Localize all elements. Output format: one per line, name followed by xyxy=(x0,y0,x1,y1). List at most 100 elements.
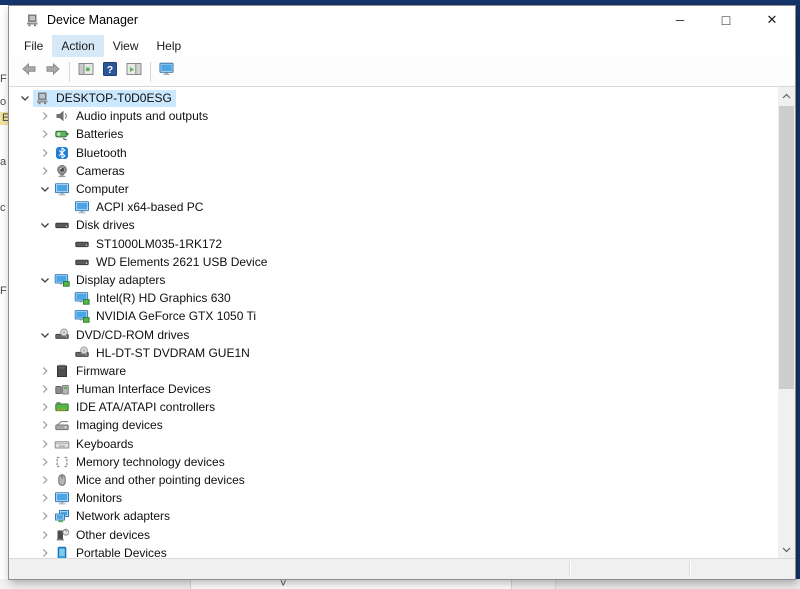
svg-text:?: ? xyxy=(64,530,67,536)
tree-item-body[interactable]: Disk drives xyxy=(53,217,139,234)
tree-item-body[interactable]: WD Elements 2621 USB Device xyxy=(73,253,271,270)
tree-item-body[interactable]: IDE ATA/ATAPI controllers xyxy=(53,399,219,416)
chevron-right-icon[interactable] xyxy=(37,108,53,124)
tree-item-body[interactable]: Bluetooth xyxy=(53,144,131,161)
menu-file[interactable]: File xyxy=(15,35,52,57)
chevron-right-icon[interactable] xyxy=(37,163,53,179)
vertical-scrollbar[interactable] xyxy=(778,87,795,558)
chevron-right-icon[interactable] xyxy=(37,490,53,506)
chevron-right-icon[interactable] xyxy=(37,363,53,379)
chevron-down-icon[interactable] xyxy=(17,90,33,106)
tree-item-computer[interactable]: Computer xyxy=(9,180,778,198)
tree-item-cameras[interactable]: Cameras xyxy=(9,162,778,180)
toolbar-device-view-button[interactable] xyxy=(155,60,179,84)
toolbar-forward-button[interactable] xyxy=(41,60,65,84)
scrollbar-thumb[interactable] xyxy=(779,106,794,389)
tree-item-portable-devices[interactable]: Portable Devices xyxy=(9,544,778,558)
chevron-right-icon[interactable] xyxy=(37,545,53,558)
chevron-right-icon[interactable] xyxy=(37,126,53,142)
chevron-right-icon[interactable] xyxy=(37,417,53,433)
tree-item-st1000lm035-1rk172[interactable]: ST1000LM035-1RK172 xyxy=(9,235,778,253)
toolbar-console-tree-button[interactable] xyxy=(74,60,98,84)
toolbar-separator xyxy=(150,62,151,82)
tree-item-mice-and-other-pointing-devices[interactable]: Mice and other pointing devices xyxy=(9,471,778,489)
tree-item-keyboards[interactable]: Keyboards xyxy=(9,435,778,453)
tree-item-acpi-x64-based-pc[interactable]: ACPI x64-based PC xyxy=(9,198,778,216)
tree-item-bluetooth[interactable]: Bluetooth xyxy=(9,144,778,162)
tree-item-body[interactable]: ?Other devices xyxy=(53,526,154,543)
menu-action[interactable]: Action xyxy=(52,35,103,57)
tree-item-hl-dt-st-dvdram-gue1n[interactable]: HL-DT-ST DVDRAM GUE1N xyxy=(9,344,778,362)
minimize-button[interactable]: ─ xyxy=(657,6,703,34)
toolbar-back-button[interactable] xyxy=(17,60,41,84)
tree-item-disk-drives[interactable]: Disk drives xyxy=(9,216,778,234)
tree-item-body[interactable]: Keyboards xyxy=(53,435,137,452)
tree-item-dvd-cd-rom-drives[interactable]: DVD/CD-ROM drives xyxy=(9,325,778,343)
chevron-down-icon[interactable] xyxy=(37,181,53,197)
tree-item-body[interactable]: Portable Devices xyxy=(53,544,171,558)
tree-item-display-adapters[interactable]: Display adapters xyxy=(9,271,778,289)
tree-item-ide-ata-atapi-controllers[interactable]: IDE ATA/ATAPI controllers xyxy=(9,398,778,416)
tree-item-nvidia-geforce-gtx-1050-ti[interactable]: NVIDIA GeForce GTX 1050 Ti xyxy=(9,307,778,325)
tree-item-firmware[interactable]: Firmware xyxy=(9,362,778,380)
tree-item-body[interactable]: Firmware xyxy=(53,362,130,379)
tree-item-batteries[interactable]: Batteries xyxy=(9,125,778,143)
tree-item-body[interactable]: Mice and other pointing devices xyxy=(53,472,249,489)
disk-icon xyxy=(54,217,70,233)
tree-item-body[interactable]: Human Interface Devices xyxy=(53,381,215,398)
tree-item-label: Monitors xyxy=(76,491,122,505)
chevron-right-icon[interactable] xyxy=(37,145,53,161)
tree-item-body[interactable]: Memory technology devices xyxy=(53,453,229,470)
tree-item-body[interactable]: Batteries xyxy=(53,126,127,143)
chevron-right-icon[interactable] xyxy=(37,472,53,488)
tree-item-network-adapters[interactable]: Network adapters xyxy=(9,507,778,525)
tree-item-body[interactable]: Audio inputs and outputs xyxy=(53,108,212,125)
disk-icon xyxy=(74,254,90,270)
chevron-right-icon[interactable] xyxy=(37,508,53,524)
tree-item-memory-technology-devices[interactable]: Memory technology devices xyxy=(9,453,778,471)
tree-item-body[interactable]: Computer xyxy=(53,181,133,198)
tree-item-intel-r-hd-graphics-630[interactable]: Intel(R) HD Graphics 630 xyxy=(9,289,778,307)
maximize-button[interactable]: □ xyxy=(703,6,749,34)
close-button[interactable]: ✕ xyxy=(749,6,795,34)
menu-view[interactable]: View xyxy=(104,35,148,57)
chevron-down-icon[interactable] xyxy=(37,272,53,288)
device-tree: DESKTOP-T0D0ESGAudio inputs and outputsB… xyxy=(9,89,778,558)
tree-item-label: IDE ATA/ATAPI controllers xyxy=(76,400,215,414)
tree-item-body[interactable]: NVIDIA GeForce GTX 1050 Ti xyxy=(73,308,260,325)
chevron-down-icon[interactable] xyxy=(37,217,53,233)
tree-item-body[interactable]: ACPI x64-based PC xyxy=(73,199,207,216)
tree-item-body[interactable]: DESKTOP-T0D0ESG xyxy=(33,90,176,107)
tree-item-body[interactable]: Network adapters xyxy=(53,508,174,525)
tree-item-label: Intel(R) HD Graphics 630 xyxy=(96,291,231,305)
background-text-fragment: F xyxy=(0,286,7,297)
tree-item-body[interactable]: ST1000LM035-1RK172 xyxy=(73,235,226,252)
chevron-right-icon[interactable] xyxy=(37,527,53,543)
chevron-right-icon[interactable] xyxy=(37,381,53,397)
chevron-right-icon[interactable] xyxy=(37,454,53,470)
tree-item-wd-elements-2621-usb-device[interactable]: WD Elements 2621 USB Device xyxy=(9,253,778,271)
tree-item-body[interactable]: Imaging devices xyxy=(53,417,167,434)
tree-item-desktop-t0d0esg[interactable]: DESKTOP-T0D0ESG xyxy=(9,89,778,107)
toolbar-separator xyxy=(69,62,70,82)
tree-item-body[interactable]: DVD/CD-ROM drives xyxy=(53,326,193,343)
tree-item-imaging-devices[interactable]: Imaging devices xyxy=(9,416,778,434)
chevron-down-icon[interactable] xyxy=(37,327,53,343)
chevron-right-icon[interactable] xyxy=(37,399,53,415)
tree-item-body[interactable]: Display adapters xyxy=(53,271,169,288)
chevron-right-icon[interactable] xyxy=(37,436,53,452)
toolbar-help-button[interactable]: ? xyxy=(98,60,122,84)
tree-item-human-interface-devices[interactable]: Human Interface Devices xyxy=(9,380,778,398)
tree-item-body[interactable]: Monitors xyxy=(53,490,126,507)
tree-item-audio-inputs-and-outputs[interactable]: Audio inputs and outputs xyxy=(9,107,778,125)
tree-item-monitors[interactable]: Monitors xyxy=(9,489,778,507)
scroll-down-icon[interactable] xyxy=(778,541,795,558)
tree-item-other-devices[interactable]: ?Other devices xyxy=(9,526,778,544)
tree-item-body[interactable]: Cameras xyxy=(53,162,129,179)
speaker-icon xyxy=(54,108,70,124)
toolbar-action-pane-button[interactable] xyxy=(122,60,146,84)
menu-help[interactable]: Help xyxy=(148,35,191,57)
tree-item-body[interactable]: Intel(R) HD Graphics 630 xyxy=(73,290,235,307)
tree-item-body[interactable]: HL-DT-ST DVDRAM GUE1N xyxy=(73,344,254,361)
scroll-up-icon[interactable] xyxy=(778,87,795,104)
